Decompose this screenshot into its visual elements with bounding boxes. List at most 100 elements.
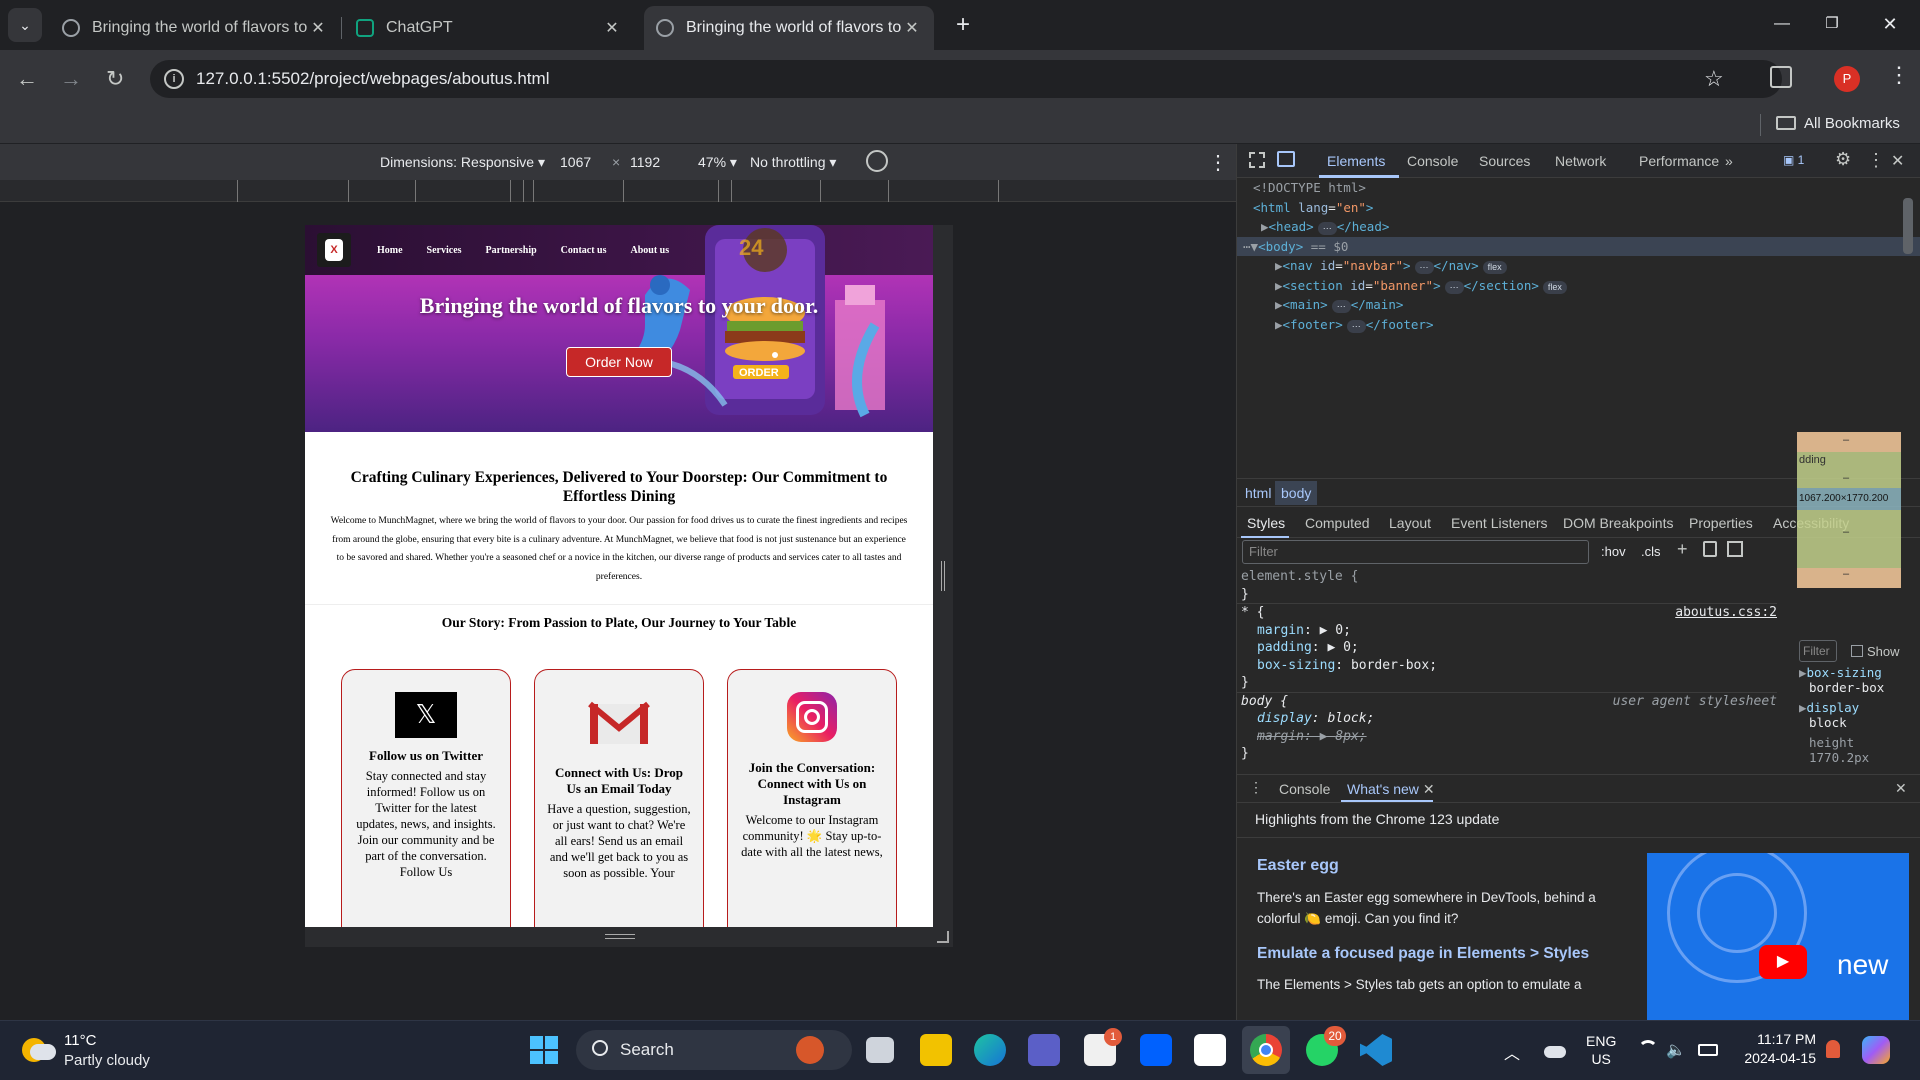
- drawer-tab-console[interactable]: Console: [1279, 781, 1330, 797]
- add-rule-icon[interactable]: +: [1677, 539, 1688, 560]
- tab-3[interactable]: Bringing the world of flavors to ✕: [644, 6, 934, 50]
- sidebar-toggle-icon[interactable]: [1727, 541, 1743, 557]
- decl-padding[interactable]: padding: ▶ 0;: [1237, 639, 1777, 657]
- settings-gear-icon[interactable]: ⚙: [1835, 149, 1851, 170]
- close-window-button[interactable]: ✕: [1868, 8, 1912, 40]
- dropbox-icon[interactable]: [1140, 1034, 1172, 1066]
- resize-corner-icon[interactable]: [937, 931, 949, 943]
- drawer-menu-icon[interactable]: ⋮: [1249, 779, 1263, 796]
- instagram-card[interactable]: Join the Conversation: Connect with Us o…: [727, 669, 897, 927]
- viewport-resize-handle-right[interactable]: [933, 225, 953, 947]
- computed-filter-input[interactable]: Filter: [1799, 640, 1837, 662]
- notification-bell-icon[interactable]: [1826, 1040, 1840, 1058]
- decl-margin[interactable]: margin: ▶ 0;: [1237, 622, 1777, 640]
- minimize-button[interactable]: —: [1760, 8, 1804, 40]
- close-tab-icon[interactable]: ✕: [902, 18, 922, 38]
- throttling-select[interactable]: No throttling ▾: [750, 154, 836, 171]
- new-tab-button[interactable]: +: [948, 10, 978, 40]
- computed-item[interactable]: height: [1799, 735, 1909, 751]
- dom-footer[interactable]: ▶<footer> ⋯ </footer>: [1237, 315, 1920, 335]
- more-tabs-icon[interactable]: »: [1725, 153, 1733, 169]
- source-link[interactable]: aboutus.css:2: [1675, 604, 1777, 622]
- edge-icon[interactable]: [974, 1034, 1006, 1066]
- tab-sources[interactable]: Sources: [1479, 153, 1530, 169]
- dom-doctype[interactable]: <!DOCTYPE html>: [1237, 178, 1920, 198]
- tab-2[interactable]: ChatGPT ✕: [344, 6, 634, 50]
- tab-dom-breakpoints[interactable]: DOM Breakpoints: [1563, 515, 1673, 531]
- profile-avatar[interactable]: P: [1834, 66, 1860, 92]
- cls-toggle[interactable]: .cls: [1641, 544, 1661, 559]
- task-view-icon[interactable]: [866, 1037, 894, 1063]
- dom-scrollbar[interactable]: [1903, 198, 1913, 254]
- computed-item[interactable]: ▶display: [1799, 700, 1909, 716]
- tab-computed[interactable]: Computed: [1305, 515, 1370, 531]
- nav-services[interactable]: Services: [427, 245, 462, 256]
- order-now-button[interactable]: Order Now: [566, 347, 672, 377]
- amazon-icon[interactable]: [1194, 1034, 1226, 1066]
- tab-event-listeners[interactable]: Event Listeners: [1451, 515, 1548, 531]
- tab-console[interactable]: Console: [1407, 153, 1458, 169]
- nav-home[interactable]: Home: [377, 245, 403, 256]
- all-bookmarks[interactable]: All Bookmarks: [1776, 115, 1900, 132]
- volume-icon[interactable]: 🔈: [1666, 1040, 1686, 1060]
- dom-section[interactable]: ▶<section id="banner"> ⋯ </section> flex: [1237, 276, 1920, 296]
- tab-network[interactable]: Network: [1555, 153, 1606, 169]
- tray-chevron-icon[interactable]: ︿: [1504, 1040, 1520, 1064]
- youtube-play-icon[interactable]: ▶: [1759, 945, 1807, 979]
- twitter-card[interactable]: 𝕏 Follow us on Twitter Stay connected an…: [341, 669, 511, 927]
- decl-margin-overridden[interactable]: margin: ▶ 8px;: [1237, 728, 1777, 746]
- language-indicator[interactable]: ENG US: [1586, 1032, 1616, 1068]
- paint-icon[interactable]: [1703, 541, 1717, 557]
- crumb-html[interactable]: html: [1245, 485, 1271, 501]
- computed-item[interactable]: ▶box-sizing: [1799, 665, 1909, 681]
- address-bar[interactable]: i 127.0.0.1:5502/project/webpages/aboutu…: [150, 60, 1782, 98]
- dom-body[interactable]: ⋯▼<body> == $0: [1237, 236, 1920, 256]
- dimensions-select[interactable]: Dimensions: Responsive ▾: [380, 154, 545, 171]
- element-style-rule[interactable]: element.style {: [1237, 568, 1777, 586]
- close-devtools-icon[interactable]: ✕: [1891, 151, 1904, 171]
- url-text[interactable]: 127.0.0.1:5502/project/webpages/aboutus.…: [196, 69, 549, 89]
- dom-main[interactable]: ▶<main> ⋯ </main>: [1237, 295, 1920, 315]
- weather-widget[interactable]: 11°C Partly cloudy: [18, 1030, 188, 1074]
- reload-icon[interactable]: ↻: [106, 68, 124, 90]
- close-tab-icon[interactable]: ✕: [602, 18, 622, 38]
- dom-nav[interactable]: ▶<nav id="navbar"> ⋯ </nav> flex: [1237, 256, 1920, 276]
- viewport-resize-handle-bottom[interactable]: [305, 927, 953, 947]
- teams-icon[interactable]: [1028, 1034, 1060, 1066]
- file-explorer-icon[interactable]: [920, 1034, 952, 1066]
- site-logo[interactable]: X: [317, 233, 351, 267]
- device-toggle-icon[interactable]: [1277, 151, 1295, 167]
- box-model-diagram[interactable]: – dding 1067.200×1770.200 – – –: [1797, 432, 1901, 588]
- tab-elements[interactable]: Elements: [1327, 153, 1385, 169]
- tab-styles[interactable]: Styles: [1247, 515, 1285, 531]
- media-query-ruler[interactable]: [0, 180, 1236, 202]
- inspect-element-icon[interactable]: [1249, 152, 1265, 168]
- chrome-icon[interactable]: [1250, 1034, 1282, 1066]
- styles-filter-input[interactable]: Filter: [1242, 540, 1589, 564]
- extensions-icon[interactable]: [1770, 66, 1792, 88]
- device-options-icon[interactable]: ⋮: [1208, 150, 1228, 175]
- whatsapp-icon[interactable]: 20: [1306, 1026, 1346, 1066]
- copilot-icon[interactable]: [1862, 1036, 1890, 1064]
- close-tab-icon[interactable]: ✕: [308, 18, 328, 38]
- tab-performance[interactable]: Performance: [1639, 153, 1719, 169]
- restore-button[interactable]: ❐: [1810, 8, 1854, 40]
- clock[interactable]: 11:17 PM 2024-04-15: [1736, 1030, 1816, 1068]
- nav-contact-us[interactable]: Contact us: [561, 245, 607, 256]
- tab-search-button[interactable]: ⌄: [8, 8, 42, 42]
- crumb-body[interactable]: body: [1275, 481, 1318, 505]
- decl-box-sizing[interactable]: box-sizing: border-box;: [1237, 657, 1777, 675]
- dom-head[interactable]: ▶<head> ⋯ </head>: [1237, 217, 1920, 237]
- close-drawer-icon[interactable]: ✕: [1895, 780, 1907, 797]
- whats-new-video[interactable]: ▶ new: [1647, 853, 1909, 1021]
- tab-properties[interactable]: Properties: [1689, 515, 1753, 531]
- onedrive-icon[interactable]: [1544, 1046, 1566, 1058]
- show-all-checkbox[interactable]: Show: [1851, 644, 1900, 659]
- nav-partnership[interactable]: Partnership: [486, 245, 537, 256]
- decl-display[interactable]: display: block;: [1237, 710, 1777, 728]
- site-info-icon[interactable]: i: [164, 69, 184, 89]
- rotate-icon[interactable]: [866, 150, 888, 172]
- back-arrow-icon[interactable]: ←: [16, 68, 38, 90]
- height-input[interactable]: 1192: [630, 154, 660, 170]
- emulate-title[interactable]: Emulate a focused page in Elements > Sty…: [1257, 945, 1589, 963]
